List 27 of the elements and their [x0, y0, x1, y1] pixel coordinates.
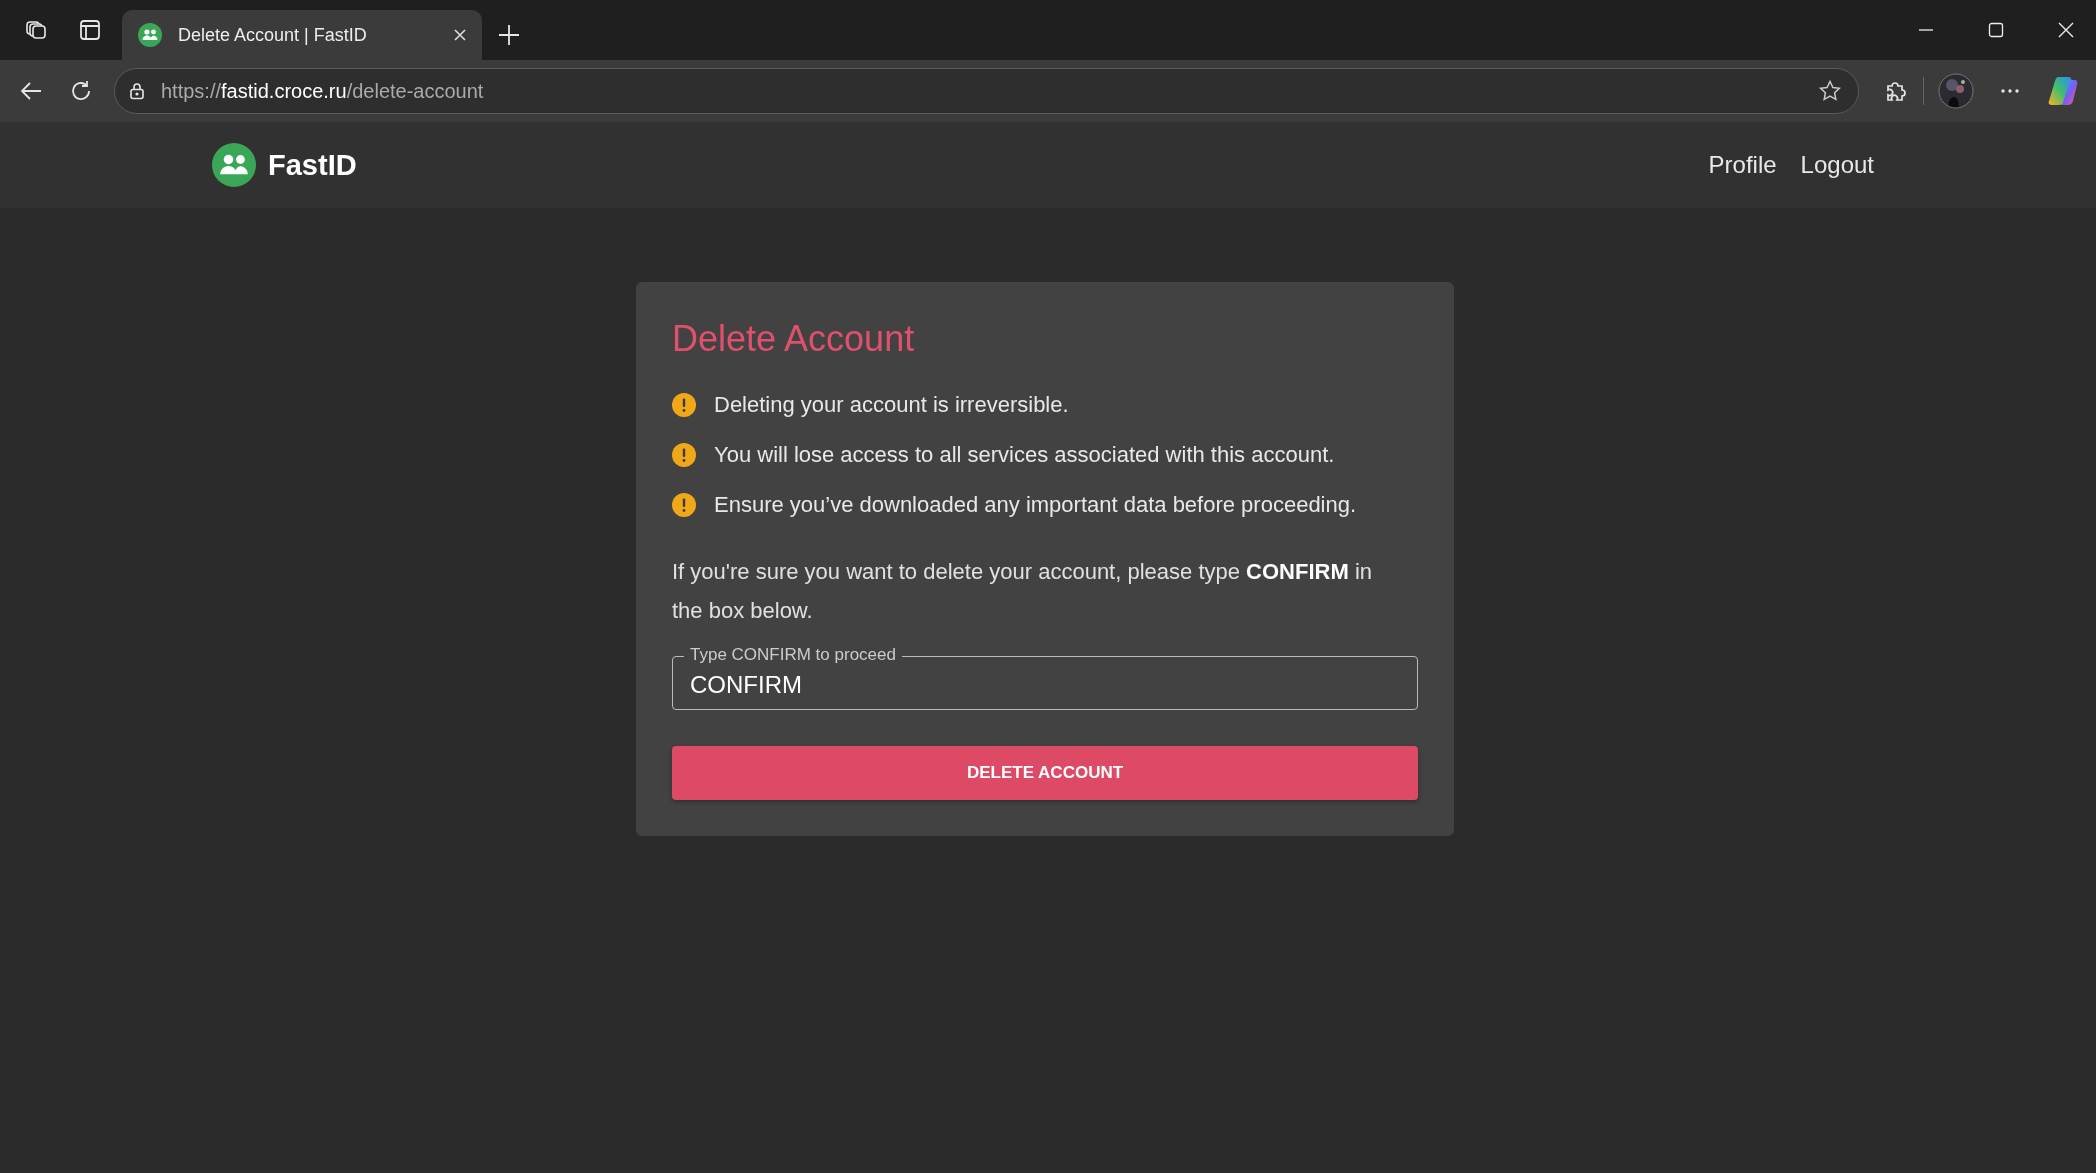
- instruction-text: If you're sure you want to delete your account, please type CONFIRM in the box below.: [672, 558, 1373, 625]
- close-tab-icon[interactable]: [452, 27, 468, 43]
- maximize-icon[interactable]: [1988, 22, 2004, 38]
- people-icon: [138, 23, 162, 47]
- new-tab-icon[interactable]: [498, 24, 520, 46]
- field-label: Type CONFIRM to proceed: [684, 646, 902, 664]
- delete-account-button[interactable]: DELETE ACCOUNT: [672, 746, 1418, 800]
- workspaces-icon[interactable]: [24, 18, 48, 42]
- warning-icon: [672, 443, 696, 467]
- people-icon: [212, 143, 256, 187]
- lock-icon: [127, 81, 147, 101]
- nav-link[interactable]: Logout: [1800, 151, 1874, 179]
- warning-icon: [672, 393, 696, 417]
- brand-name: FastID: [268, 148, 357, 182]
- address-bar[interactable]: https://fastid.croce.ru/delete-account: [114, 68, 1859, 114]
- copilot-icon[interactable]: [2046, 74, 2080, 108]
- sidebar-tabs-icon[interactable]: [78, 18, 102, 42]
- card-title: Delete Account: [672, 318, 916, 360]
- nav-link[interactable]: Profile: [1708, 151, 1777, 179]
- star-icon[interactable]: [1818, 79, 1842, 103]
- warning-text: Deleting your account is irreversible.: [714, 392, 1069, 418]
- browser-tab[interactable]: Delete Account | FastID: [122, 10, 482, 60]
- warning-icon: [672, 493, 696, 517]
- close-icon[interactable]: [2058, 22, 2074, 38]
- warning-text: You will lose access to all services associated with this account.: [714, 442, 1335, 468]
- url-text: https://fastid.croce.ru/delete-account: [161, 79, 484, 103]
- warning-text: Ensure you’ve downloaded any important data before proceeding.: [714, 492, 1357, 518]
